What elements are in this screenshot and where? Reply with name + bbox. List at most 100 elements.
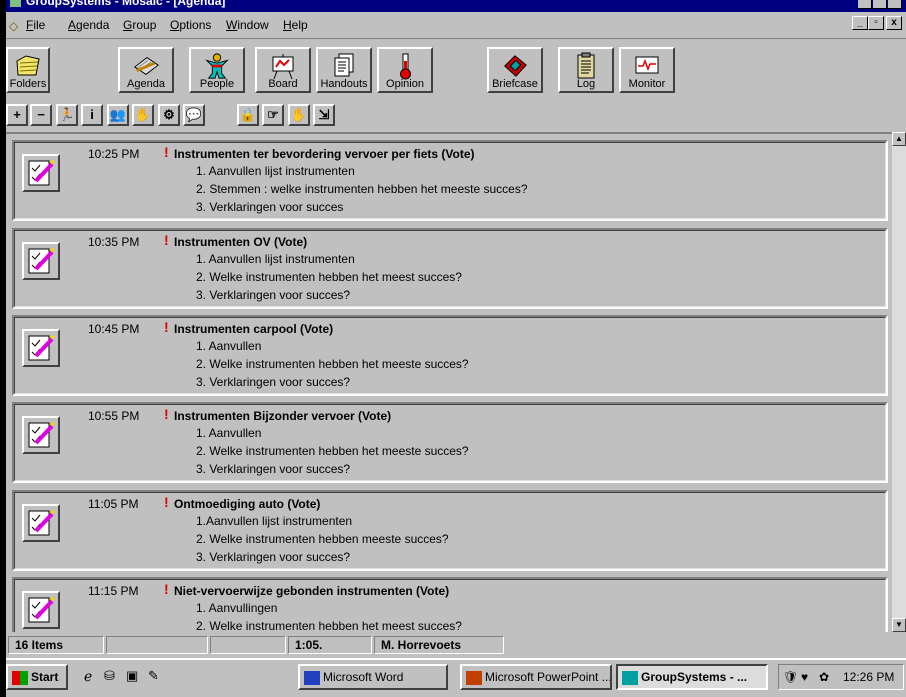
vote-icon[interactable]	[22, 154, 60, 192]
menu-help[interactable]: Help	[283, 18, 308, 32]
vote-icon[interactable]	[22, 329, 60, 367]
pointing-hand-button[interactable]: ☞	[262, 104, 284, 126]
people-activity-button[interactable]: 👥	[107, 104, 129, 126]
task-microsoft-powerpoint[interactable]: Microsoft PowerPoint ...	[460, 664, 612, 690]
handouts-button[interactable]: Handouts	[316, 47, 372, 93]
tray-icon[interactable]: ✿	[819, 665, 829, 689]
item-subtask: 2. Welke instrumenten hebben het meeste …	[196, 444, 469, 458]
network-icon[interactable]: ⛁	[104, 668, 115, 684]
folders-button[interactable]: Folders	[6, 47, 50, 93]
agenda-icon	[132, 52, 160, 80]
thermometer-icon	[391, 52, 419, 80]
exclamation-icon: !	[164, 581, 169, 597]
clipboard-icon	[572, 52, 600, 80]
task-microsoft-word[interactable]: Microsoft Word	[298, 664, 448, 690]
export-icon: ⇲	[318, 107, 330, 122]
scroll-down-arrow-icon[interactable]: ▼	[892, 618, 906, 632]
menu-agenda[interactable]: Agenda	[68, 18, 109, 32]
info-lock-icon: 🔒	[239, 107, 257, 122]
agenda-item[interactable]: 10:35 PM ! Instrumenten OV (Vote) 1. Aan…	[12, 228, 888, 309]
board-button[interactable]: Board	[255, 47, 311, 93]
stop-hand-button[interactable]: ✋	[288, 104, 310, 126]
vote-icon[interactable]	[22, 416, 60, 454]
minimize-button[interactable]	[858, 0, 872, 9]
gears-button[interactable]: ⚙	[158, 104, 180, 126]
vote-icon[interactable]	[22, 504, 60, 542]
agenda-list: 10:25 PM ! Instrumenten ter bevordering …	[6, 132, 906, 632]
user-name: M. Horrevoets	[374, 636, 504, 654]
vertical-scrollbar[interactable]: ▲ ▼	[892, 132, 906, 632]
status-bar: 16 Items 1:05. M. Horrevoets	[6, 634, 906, 656]
item-subtask: 3. Verklaringen voor succes?	[196, 462, 351, 476]
title-bar[interactable]: GroupSystems - Mosaic - [Agenda]	[6, 0, 906, 12]
briefcase-icon	[501, 52, 529, 80]
word-icon	[304, 670, 320, 685]
add-button[interactable]: +	[6, 104, 28, 126]
vote-icon[interactable]	[22, 591, 60, 629]
internet-explorer-icon[interactable]: ℯ	[84, 668, 92, 685]
elapsed-time: 1:05.	[288, 636, 372, 654]
export-button[interactable]: ⇲	[313, 104, 335, 126]
info-button[interactable]: i	[81, 104, 103, 126]
board-icon	[269, 52, 297, 80]
edit-icon[interactable]: ✎	[148, 668, 159, 684]
agenda-button[interactable]: Agenda	[118, 47, 174, 93]
exclamation-icon: !	[164, 319, 169, 335]
info-lock-button[interactable]: 🔒	[237, 104, 259, 126]
item-count: 16 Items	[8, 636, 104, 654]
hand-activity-button[interactable]: ✋	[132, 104, 154, 126]
item-subtask: 1.Aanvullen lijst instrumenten	[196, 514, 353, 528]
menu-options[interactable]: Options	[170, 18, 211, 32]
item-title: Ontmoediging auto (Vote)	[174, 497, 321, 511]
item-title: Instrumenten Bijzonder vervoer (Vote)	[174, 409, 392, 423]
agenda-toolbar: + − 🏃 i 👥 ✋ ⚙ 💬 🔒 ☞ ✋ ⇲	[6, 100, 906, 130]
taskbar: Start ℯ ⛁ ▣ ✎ Microsoft Word Microsoft P…	[6, 658, 906, 697]
comment-button[interactable]: 💬	[183, 104, 205, 126]
tray-icon[interactable]: ♥	[801, 665, 808, 689]
status-cell-empty	[210, 636, 286, 654]
briefcase-button[interactable]: Briefcase	[487, 47, 543, 93]
maximize-button[interactable]	[873, 0, 887, 9]
menu-file[interactable]: File	[26, 18, 45, 32]
person-activity-button[interactable]: 🏃	[56, 104, 78, 126]
opinion-button[interactable]: Opinion	[377, 47, 433, 93]
mdi-close-button[interactable]: x	[886, 16, 902, 30]
item-subtask: 2. Welke instrumenten hebben het meest s…	[196, 270, 462, 284]
menu-group[interactable]: Group	[123, 18, 156, 32]
item-title: Instrumenten ter bevordering vervoer per…	[174, 147, 475, 161]
powerpoint-icon	[466, 670, 482, 685]
log-button[interactable]: Log	[558, 47, 614, 93]
mdi-minimize-button[interactable]: _	[852, 16, 868, 30]
item-time: 10:35 PM	[88, 235, 140, 249]
remove-button[interactable]: −	[30, 104, 52, 126]
vote-icon[interactable]	[22, 242, 60, 280]
window-title: GroupSystems - Mosaic - [Agenda]	[26, 0, 226, 8]
person-icon: 🏃	[58, 107, 76, 122]
exclamation-icon: !	[164, 406, 169, 422]
agenda-item[interactable]: 10:25 PM ! Instrumenten ter bevordering …	[12, 140, 888, 221]
item-title: Instrumenten carpool (Vote)	[174, 322, 334, 336]
agenda-item[interactable]: 10:55 PM ! Instrumenten Bijzonder vervoe…	[12, 402, 888, 483]
tray-icon[interactable]: 🛡	[783, 665, 798, 689]
menu-window[interactable]: Window	[226, 18, 269, 32]
document-icon[interactable]: ◇	[9, 19, 18, 33]
close-button[interactable]	[888, 0, 902, 9]
mdi-restore-button[interactable]: ▫	[868, 16, 884, 30]
scroll-up-arrow-icon[interactable]: ▲	[892, 132, 906, 146]
people-button[interactable]: People	[189, 47, 245, 93]
clock: 12:26 PM	[843, 670, 895, 684]
start-button[interactable]: Start	[6, 664, 68, 690]
task-groupsystems[interactable]: GroupSystems - ...	[616, 664, 768, 690]
people-icon	[203, 52, 231, 80]
item-subtask: 1. Aanvullen	[196, 339, 262, 353]
desktop-icon[interactable]: ▣	[126, 668, 138, 684]
agenda-item[interactable]: 11:15 PM ! Niet-vervoerwijze gebonden in…	[12, 577, 888, 632]
agenda-item[interactable]: 11:05 PM ! Ontmoediging auto (Vote) 1.Aa…	[12, 490, 888, 571]
item-subtask: 2. Welke instrumenten hebben het meest s…	[196, 619, 462, 632]
monitor-button[interactable]: Monitor	[619, 47, 675, 93]
item-time: 10:55 PM	[88, 409, 140, 423]
exclamation-icon: !	[164, 494, 169, 510]
item-time: 11:05 PM	[88, 497, 139, 511]
agenda-item[interactable]: 10:45 PM ! Instrumenten carpool (Vote) 1…	[12, 315, 888, 396]
item-subtask: 3. Verklaringen voor succes?	[196, 288, 351, 302]
